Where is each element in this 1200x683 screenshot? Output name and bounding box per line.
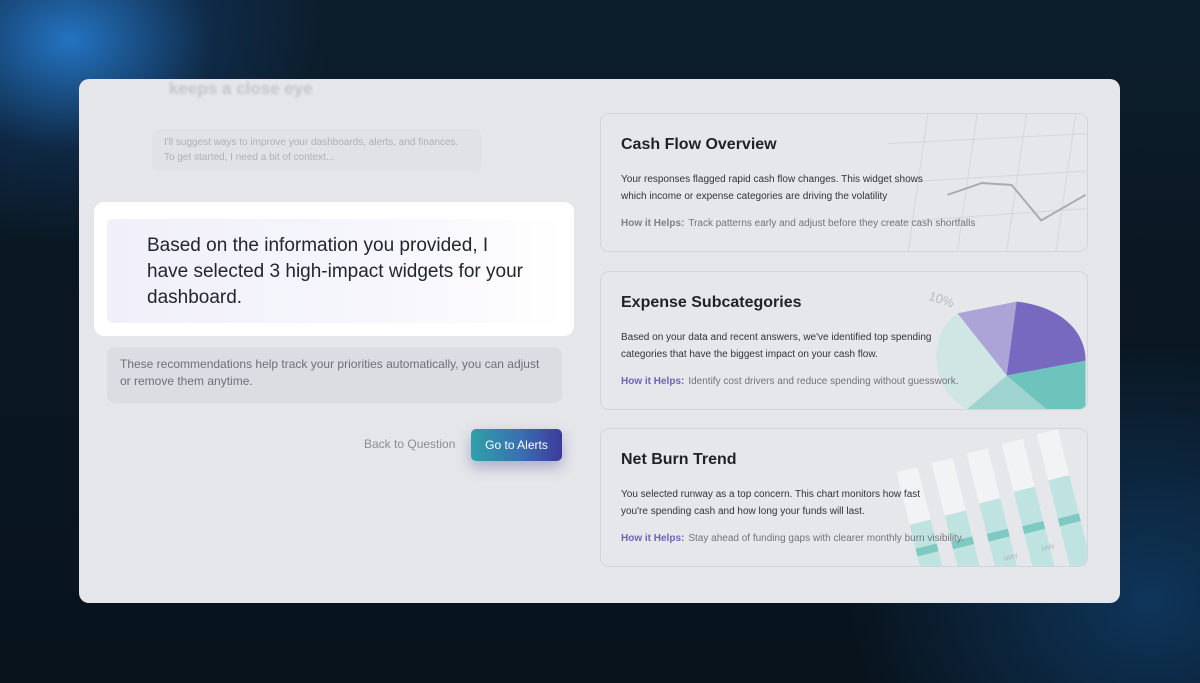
widget-title: Cash Flow Overview [621, 136, 777, 153]
highlighted-message-bubble: Based on the information you provided, I… [107, 219, 562, 323]
highlighted-message-text: Based on the information you provided, I… [147, 235, 523, 308]
highlighted-message-card: Based on the information you provided, I… [94, 202, 574, 336]
widget-description: Based on your data and recent answers, w… [621, 332, 932, 360]
recommendation-note: These recommendations help track your pr… [107, 347, 562, 403]
pie-percent-label: 10% [927, 288, 956, 310]
go-to-alerts-button[interactable]: Go to Alerts [471, 429, 562, 461]
faded-heading: keeps a close eye [169, 79, 313, 98]
widget-description: Your responses flagged rapid cash flow c… [621, 174, 923, 202]
widget-help: How it Helps: Track patterns early and ad… [621, 218, 975, 229]
intro-line-2: To get started, I need a bit of context.… [164, 152, 335, 163]
how-it-helps-text: Identify cost drivers and reduce spendin… [688, 376, 959, 387]
widget-help: How it Helps: Identify cost drivers and r… [621, 376, 959, 387]
how-it-helps-label: How it Helps: [621, 376, 685, 387]
how-it-helps-label: How it Helps: [621, 533, 685, 544]
how-it-helps-label: How it Helps: [621, 218, 685, 229]
widget-title: Expense Subcategories [621, 294, 802, 311]
intro-message: I'll suggest ways to improve your dashbo… [152, 129, 482, 171]
how-it-helps-text: Track patterns early and adjust before t… [688, 218, 976, 229]
back-to-question-link[interactable]: Back to Question [364, 437, 455, 451]
widget-title: Net Burn Trend [621, 451, 737, 468]
widget-description: You selected runway as a top concern. Th… [621, 489, 921, 517]
widget-card-cash-flow[interactable]: Cash Flow Overview Your responses flagge… [600, 113, 1088, 252]
intro-line-1: I'll suggest ways to improve your dashbo… [164, 137, 459, 148]
widget-card-expense-subcategories[interactable]: 10% Expense Subcategories Based on your … [600, 271, 1088, 410]
recommendation-panel: keeps a close eye I'll suggest ways to i… [79, 79, 1120, 603]
how-it-helps-text: Stay ahead of funding gaps with clearer … [688, 533, 964, 544]
widget-card-net-burn[interactable]: MAY MIN Net Burn Trend You selected runw… [600, 428, 1088, 567]
widget-help: How it Helps: Stay ahead of funding gaps … [621, 533, 964, 544]
